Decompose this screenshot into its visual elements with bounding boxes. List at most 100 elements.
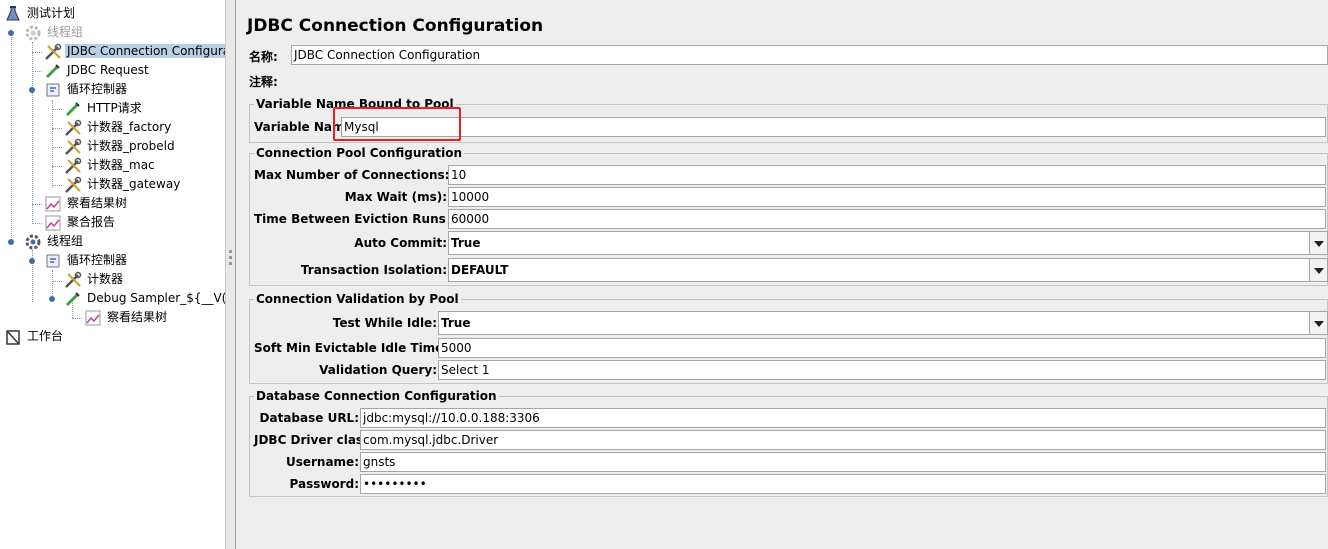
validation-group-title: Connection Validation by Pool	[254, 292, 461, 306]
page-title: JDBC Connection Configuration	[247, 16, 544, 36]
tree-connector	[52, 166, 62, 167]
gear-icon	[25, 25, 41, 40]
loop-controller-icon	[46, 254, 60, 267]
tree-connector	[52, 147, 62, 148]
chart-icon	[45, 215, 61, 230]
auto-commit-select[interactable]: True	[448, 231, 1328, 255]
expand-toggle[interactable]	[8, 239, 14, 245]
eviction-runs-field[interactable]: 60000	[448, 209, 1326, 229]
expand-toggle[interactable]	[29, 258, 35, 264]
auto-commit-label: Auto Commit:	[354, 236, 447, 250]
username-label: Username:	[285, 455, 359, 469]
test-while-idle-label: Test While Idle:	[332, 316, 437, 330]
tree-node-counter-factory[interactable]: 计数器_factory	[64, 118, 173, 137]
wrench-screwdriver-icon	[65, 119, 82, 136]
wrench-screwdriver-icon	[65, 138, 82, 155]
transaction-isolation-label: Transaction Isolation:	[300, 263, 447, 277]
test-while-idle-select[interactable]: True	[438, 311, 1328, 335]
validation-query-field[interactable]: Select 1	[438, 360, 1326, 380]
database-group-title: Database Connection Configuration	[254, 389, 499, 403]
transaction-isolation-select[interactable]: DEFAULT	[448, 258, 1328, 282]
tree-connector	[32, 71, 42, 72]
loop-controller-icon	[46, 83, 60, 96]
max-wait-field[interactable]: 10000	[448, 187, 1326, 207]
eviction-runs-label: Time Between Eviction Runs (ms):	[254, 212, 486, 226]
variable-name-field[interactable]: Mysql	[341, 117, 1326, 137]
tree-connector	[32, 52, 42, 53]
tree-node-jdbc-connection-config[interactable]: JDBC Connection Configurat	[44, 42, 225, 61]
validation-query-label: Validation Query:	[319, 363, 437, 377]
chart-icon	[85, 310, 101, 325]
tree-node-counter-mac[interactable]: 计数器_mac	[64, 156, 157, 175]
tree-node-thread-group-disabled[interactable]: 线程组	[24, 23, 85, 42]
name-field[interactable]: JDBC Connection Configuration	[291, 45, 1328, 65]
tree-node-counter[interactable]: 计数器	[64, 270, 125, 289]
tree-connector	[32, 204, 42, 205]
jdbc-driver-field[interactable]: com.mysql.jdbc.Driver	[360, 430, 1326, 450]
red-highlight-box	[333, 107, 461, 141]
tree-node-jdbc-request[interactable]: JDBC Request	[44, 61, 151, 80]
password-label: Password:	[289, 477, 360, 491]
tree-node-aggregate-report[interactable]: 聚合报告	[44, 213, 117, 232]
splitter-grip	[229, 250, 232, 253]
tree-node-test-plan[interactable]: 测试计划	[4, 4, 77, 23]
tree-connector	[52, 128, 62, 129]
chevron-down-icon[interactable]	[1309, 312, 1327, 334]
splitter-grip	[229, 256, 232, 259]
database-url-label: Database URL:	[259, 411, 359, 425]
soft-min-idle-field[interactable]: 5000	[438, 338, 1326, 358]
database-url-field[interactable]: jdbc:mysql://10.0.0.188:3306	[360, 408, 1326, 428]
name-label: 名称:	[249, 50, 278, 64]
tree-node-loop-controller-2[interactable]: 循环控制器	[44, 251, 129, 270]
tree-node-thread-group[interactable]: 线程组	[24, 232, 85, 251]
pipette-icon	[45, 63, 60, 78]
chevron-down-icon[interactable]	[1309, 259, 1327, 281]
variable-name-label: Variable Name:	[254, 120, 358, 134]
expand-toggle[interactable]	[29, 87, 35, 93]
tree-connector	[32, 42, 33, 222]
wrench-screwdriver-icon	[65, 176, 82, 193]
username-field[interactable]: gnsts	[360, 452, 1326, 472]
wrench-screwdriver-icon	[45, 43, 62, 60]
soft-min-idle-label: Soft Min Evictable Idle Time(ms):	[254, 341, 479, 355]
password-field[interactable]: •••••••••	[360, 474, 1326, 494]
max-connections-label: Max Number of Connections:	[254, 168, 450, 182]
tree-node-loop-controller[interactable]: 循环控制器	[44, 80, 129, 99]
chart-icon	[45, 196, 61, 211]
test-while-idle-value: True	[441, 316, 471, 330]
max-connections-field[interactable]: 10	[448, 165, 1326, 185]
tree-node-workbench[interactable]: 工作台	[4, 327, 65, 346]
tree-node-counter-gateway[interactable]: 计数器_gateway	[64, 175, 182, 194]
flask-icon	[6, 5, 20, 20]
jdbc-driver-label: JDBC Driver class:	[254, 433, 376, 447]
max-wait-label: Max Wait (ms):	[344, 190, 447, 204]
tree-node-view-results-tree[interactable]: 察看结果树	[44, 194, 129, 213]
expand-toggle[interactable]	[49, 296, 55, 302]
transaction-isolation-value: DEFAULT	[451, 263, 509, 277]
comment-field[interactable]	[291, 70, 1328, 90]
tree-connector	[72, 318, 82, 319]
tree-connector	[52, 185, 62, 186]
tree-node-view-results-tree-2[interactable]: 察看结果树	[84, 308, 169, 327]
tree-node-http-request[interactable]: HTTP请求	[64, 99, 144, 118]
tree-connector	[32, 223, 42, 224]
auto-commit-value: True	[451, 236, 481, 250]
tree-node-debug-sampler[interactable]: Debug Sampler_${__V($	[64, 289, 225, 308]
tree-connector	[52, 109, 62, 110]
chevron-down-icon[interactable]	[1309, 232, 1327, 254]
wrench-screwdriver-icon	[65, 157, 82, 174]
workbench-icon	[6, 329, 20, 345]
comment-label: 注释:	[249, 75, 278, 89]
expand-toggle[interactable]	[8, 30, 14, 36]
wrench-screwdriver-icon	[65, 271, 82, 288]
config-panel: JDBC Connection Configuration 名称: JDBC C…	[236, 0, 1328, 549]
test-plan-tree[interactable]: 测试计划 线程组 JDBC Connection Configurat JDBC…	[0, 0, 225, 549]
tree-connector	[52, 100, 53, 188]
tree-connector	[52, 281, 62, 282]
panel-splitter[interactable]	[225, 0, 236, 549]
pool-group-title: Connection Pool Configuration	[254, 146, 465, 160]
splitter-grip	[229, 262, 232, 265]
tree-node-counter-probeid[interactable]: 计数器_probeld	[64, 137, 177, 156]
tree-connector	[11, 32, 12, 242]
pipette-icon	[65, 101, 80, 116]
